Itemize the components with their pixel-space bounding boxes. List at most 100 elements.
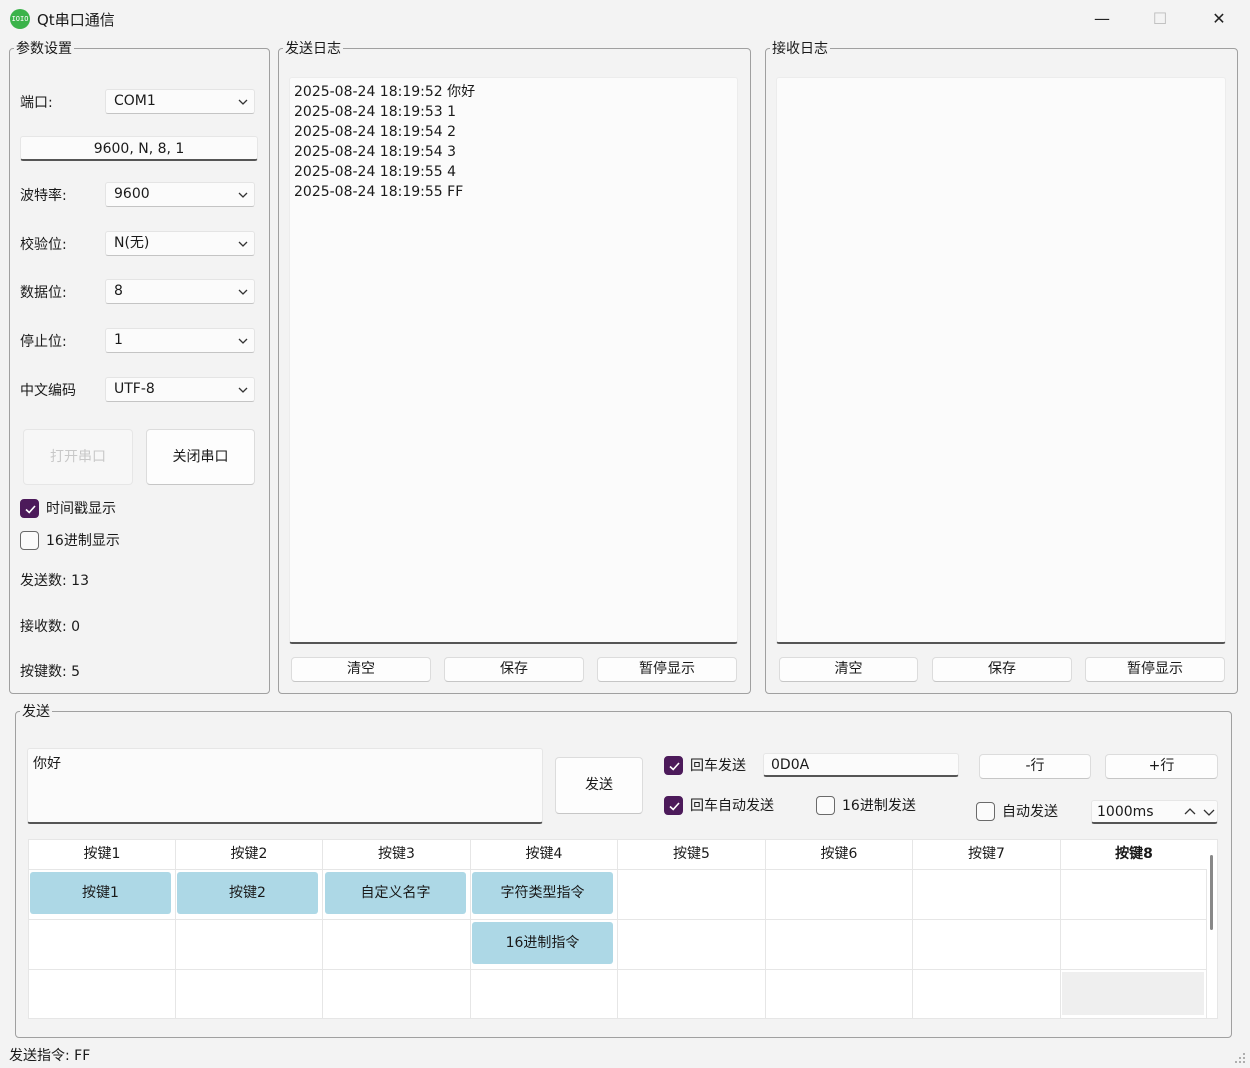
- chevron-down-icon: [238, 338, 248, 344]
- send-log-line: 2025-08-24 18:19:52 你好: [294, 84, 476, 100]
- sent-count: 发送数: 13: [20, 573, 89, 589]
- terminator-input[interactable]: 0D0A: [763, 753, 959, 777]
- enter-send-checkbox[interactable]: 回车发送: [664, 755, 746, 775]
- title-bar: IOIO Qt串口通信 — ☐ ✕: [0, 0, 1250, 38]
- send-log-save-button[interactable]: 保存: [444, 657, 584, 682]
- timestamp-label: 时间戳显示: [46, 501, 116, 517]
- chevron-down-icon: [238, 99, 248, 105]
- recv-log-legend: 接收日志: [772, 41, 828, 57]
- minimize-button[interactable]: —: [1073, 0, 1131, 38]
- grid-header-8[interactable]: 按键8: [1061, 840, 1207, 869]
- chevron-down-icon: [238, 387, 248, 393]
- interval-spinbox[interactable]: 1000ms: [1091, 800, 1218, 824]
- send-text-input[interactable]: 你好: [27, 748, 543, 824]
- port-combo[interactable]: COM1: [105, 89, 255, 114]
- grid-col-line: [322, 869, 323, 1019]
- params-legend: 参数设置: [16, 41, 72, 57]
- grid-col-line: [912, 869, 913, 1019]
- grid-header-3[interactable]: 按键3: [323, 840, 471, 869]
- send-log-lines: 2025-08-24 18:19:52 你好 2025-08-24 18:19:5…: [290, 78, 737, 206]
- send-log-area[interactable]: 2025-08-24 18:19:52 你好 2025-08-24 18:19:5…: [289, 77, 738, 644]
- grid-header-4[interactable]: 按键4: [471, 840, 618, 869]
- recv-count: 接收数: 0: [20, 619, 81, 635]
- grid-col-line: [470, 869, 471, 1019]
- parity-label: 校验位:: [20, 237, 67, 253]
- timestamp-checkbox[interactable]: 时间戳显示: [20, 498, 116, 518]
- key-grid: 按键1 按键2 按键3 按键4 按键5 按键6 按键7 按键8: [28, 839, 1218, 1019]
- grid-header-6[interactable]: 按键6: [766, 840, 913, 869]
- chevron-down-icon: [238, 192, 248, 198]
- send-log-pause-button[interactable]: 暂停显示: [597, 657, 737, 682]
- maximize-button[interactable]: ☐: [1131, 0, 1189, 38]
- key-count: 按键数: 5: [20, 664, 81, 680]
- hex-send-checkbox[interactable]: 16进制发送: [816, 795, 916, 815]
- chevron-down-icon[interactable]: [1203, 807, 1215, 817]
- recv-log-area[interactable]: [776, 77, 1226, 644]
- hex-send-label: 16进制发送: [842, 798, 916, 814]
- grid-col-line: [1206, 869, 1207, 1019]
- grid-header-1[interactable]: 按键1: [29, 840, 176, 869]
- send-log-line: 2025-08-24 18:19:55 4: [294, 164, 457, 180]
- send-text-value: 你好: [33, 756, 61, 772]
- grid-row-line: [29, 969, 1207, 970]
- stopbits-combo[interactable]: 1: [105, 328, 255, 353]
- recv-log-pause-button[interactable]: 暂停显示: [1085, 657, 1225, 682]
- checkbox-checked-icon: [664, 755, 683, 775]
- key-button-4[interactable]: 字符类型指令: [472, 872, 613, 914]
- databits-combo[interactable]: 8: [105, 279, 255, 304]
- send-log-clear-button[interactable]: 清空: [291, 657, 431, 682]
- key-button-3[interactable]: 自定义名字: [325, 872, 466, 914]
- parity-value: N(无): [114, 235, 150, 251]
- close-window-button[interactable]: ✕: [1190, 0, 1248, 38]
- grid-header-5[interactable]: 按键5: [618, 840, 766, 869]
- app-icon: IOIO: [10, 9, 30, 29]
- checkbox-checked-icon: [20, 498, 39, 518]
- add-row-button[interactable]: +行: [1105, 754, 1218, 779]
- hex-display-checkbox[interactable]: 16进制显示: [20, 530, 120, 550]
- checkbox-checked-icon: [664, 795, 683, 815]
- close-port-button[interactable]: 关闭串口: [146, 429, 255, 485]
- enter-auto-send-checkbox[interactable]: 回车自动发送: [664, 795, 774, 815]
- grid-col-line: [1060, 869, 1061, 1019]
- grid-header-7[interactable]: 按键7: [913, 840, 1061, 869]
- grid-col-line: [175, 869, 176, 1019]
- serial-summary-field[interactable]: 9600, N, 8, 1: [20, 136, 258, 161]
- grid-row-line: [29, 869, 1207, 870]
- stopbits-value: 1: [114, 332, 123, 348]
- resize-grip-icon[interactable]: [1234, 1052, 1246, 1064]
- grid-selected-cell[interactable]: [1062, 972, 1204, 1015]
- hex-display-label: 16进制显示: [46, 533, 120, 549]
- send-button[interactable]: 发送: [555, 757, 643, 814]
- chevron-down-icon: [238, 241, 248, 247]
- encoding-label: 中文编码: [20, 383, 76, 399]
- key-button-1[interactable]: 按键1: [30, 872, 171, 914]
- send-log-line: 2025-08-24 18:19:54 2: [294, 124, 457, 140]
- terminator-value: 0D0A: [771, 757, 810, 773]
- auto-send-checkbox[interactable]: 自动发送: [976, 801, 1058, 821]
- serial-summary-value: 9600, N, 8, 1: [93, 141, 185, 157]
- port-value: COM1: [114, 93, 156, 109]
- remove-row-button[interactable]: -行: [979, 754, 1091, 779]
- encoding-combo[interactable]: UTF-8: [105, 377, 255, 402]
- recv-log-clear-button[interactable]: 清空: [779, 657, 918, 682]
- enter-auto-send-label: 回车自动发送: [690, 798, 774, 814]
- port-label: 端口:: [20, 95, 53, 111]
- checkbox-unchecked-icon: [976, 801, 995, 821]
- grid-header-2[interactable]: 按键2: [176, 840, 323, 869]
- baud-combo[interactable]: 9600: [105, 182, 255, 207]
- parity-combo[interactable]: N(无): [105, 231, 255, 256]
- recv-log-save-button[interactable]: 保存: [932, 657, 1072, 682]
- enter-send-label: 回车发送: [690, 758, 746, 774]
- send-legend: 发送: [22, 704, 50, 720]
- interval-value: 1000ms: [1097, 804, 1154, 820]
- open-port-button[interactable]: 打开串口: [23, 429, 133, 485]
- send-log-line: 2025-08-24 18:19:54 3: [294, 144, 457, 160]
- grid-row-line: [29, 919, 1207, 920]
- chevron-up-icon[interactable]: [1184, 807, 1196, 817]
- key-button-hex[interactable]: 16进制指令: [472, 922, 613, 964]
- grid-col-line: [765, 869, 766, 1019]
- window-title: Qt串口通信: [37, 11, 115, 29]
- grid-scrollbar[interactable]: [1210, 855, 1213, 930]
- chevron-down-icon: [238, 289, 248, 295]
- key-button-2[interactable]: 按键2: [177, 872, 318, 914]
